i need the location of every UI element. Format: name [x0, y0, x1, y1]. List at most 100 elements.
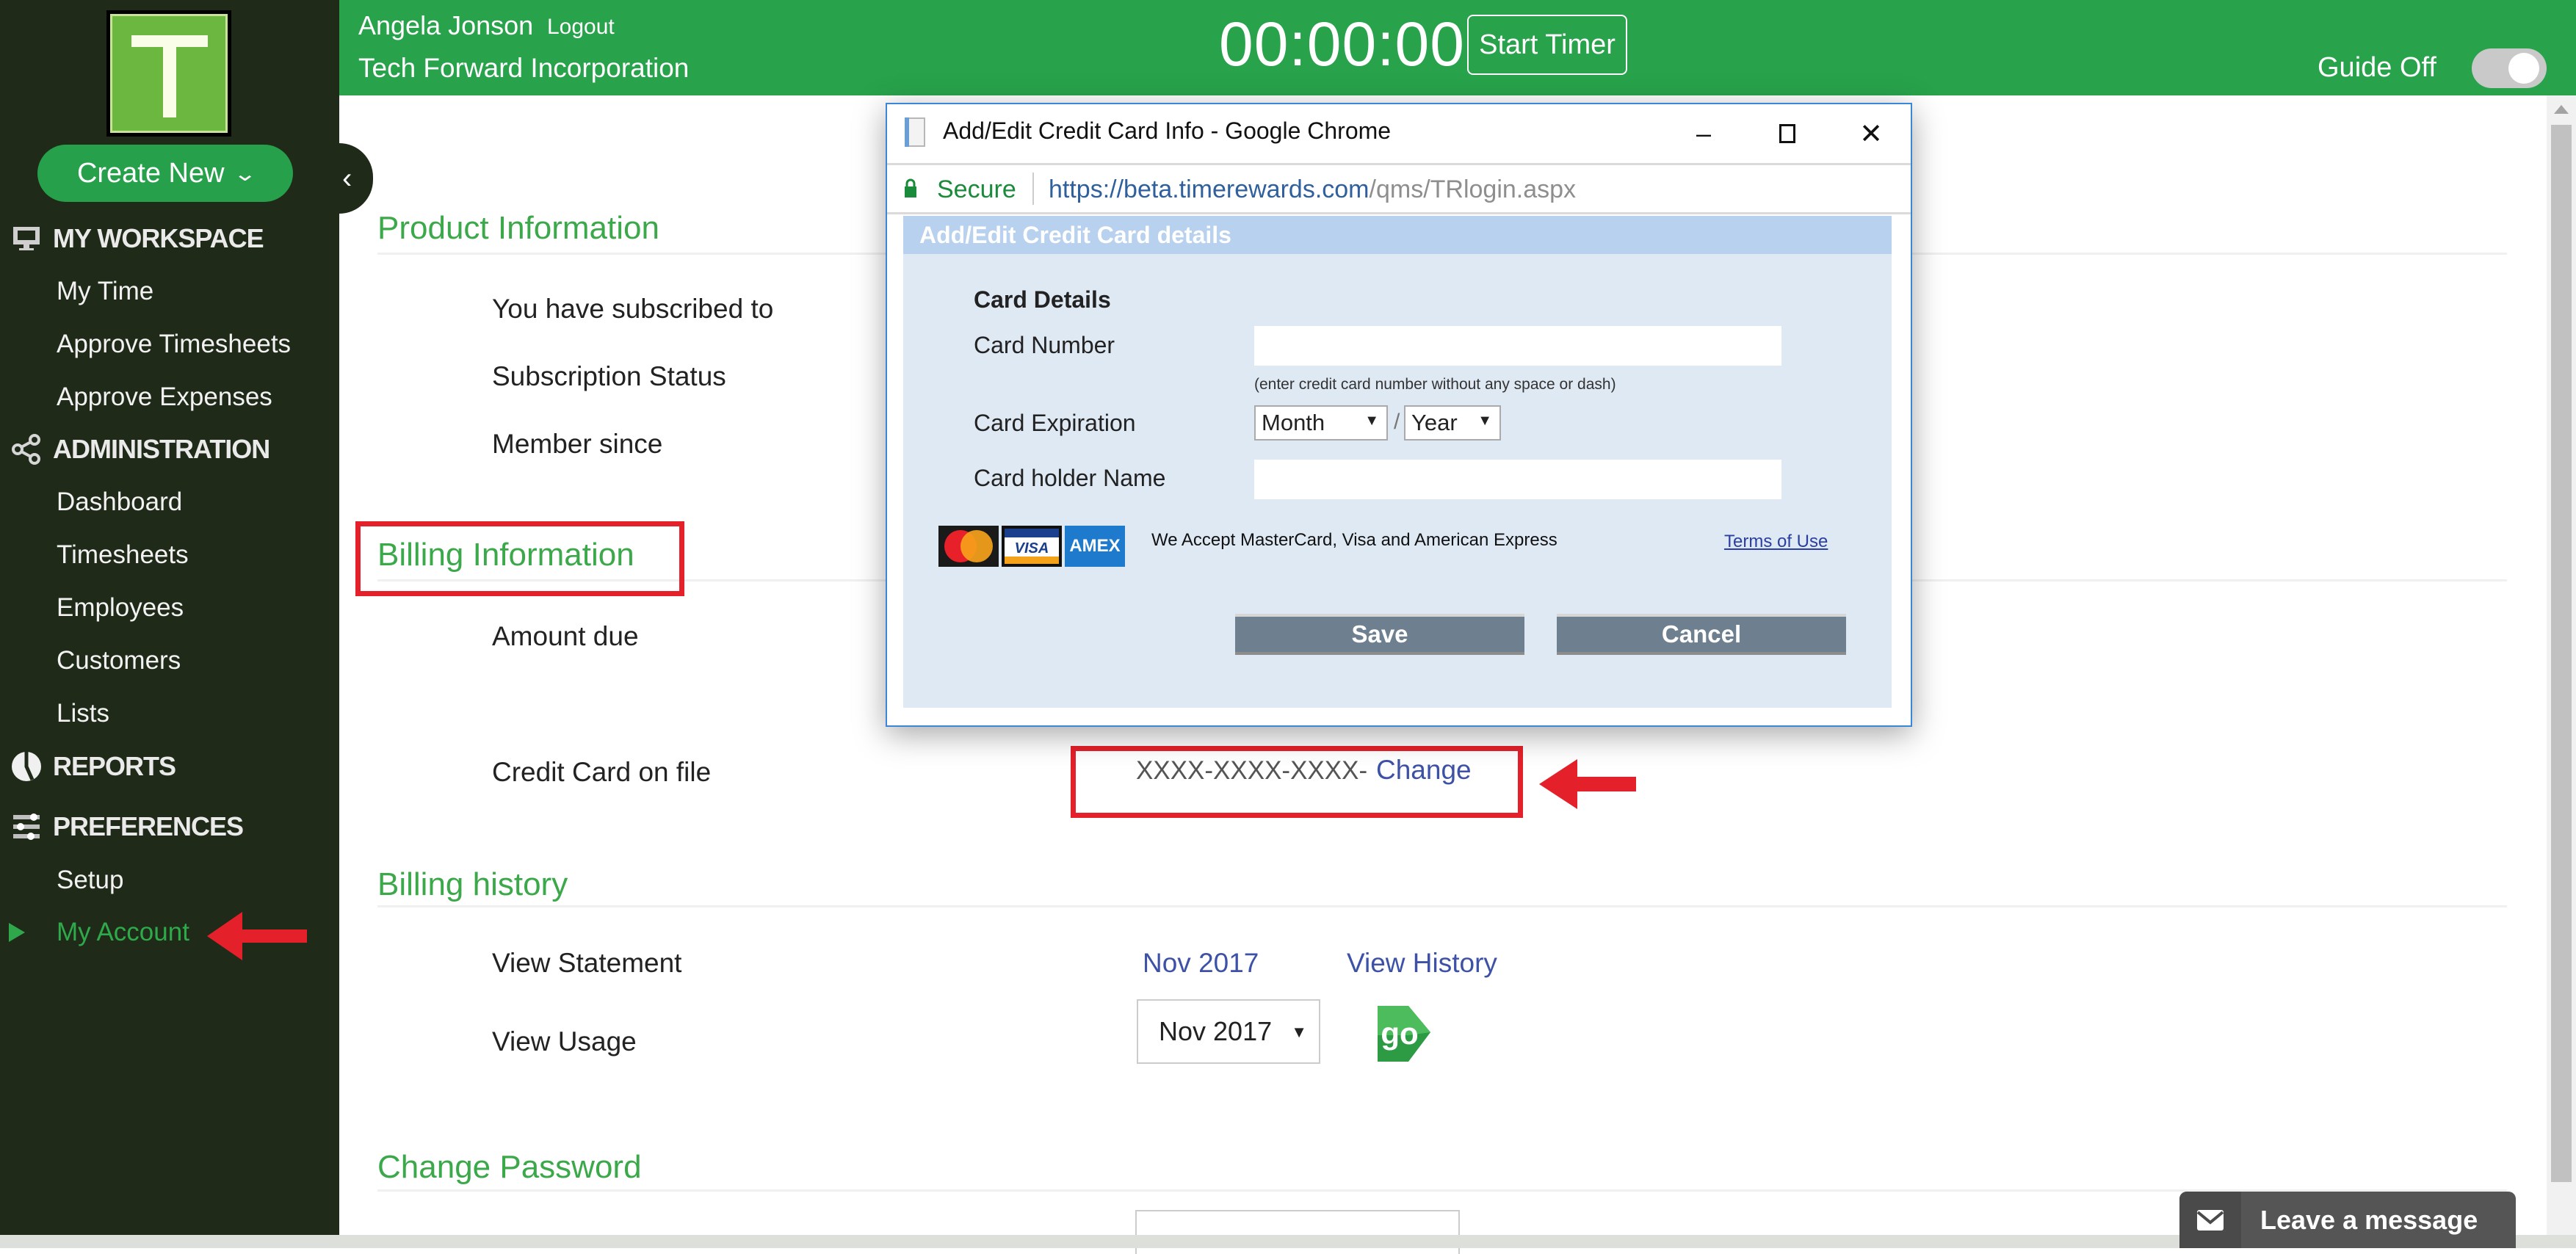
- visa-brand-text: VISA: [1015, 540, 1049, 557]
- year-selected-value: Year: [1411, 410, 1458, 435]
- leave-message-label: Leave a message: [2260, 1204, 2478, 1235]
- dropdown-arrow-icon: ▼: [1364, 413, 1379, 429]
- sidebar-section-label: MY WORKSPACE: [53, 223, 264, 253]
- card-details-title: Card Details: [974, 286, 1111, 313]
- card-expiration-label: Card Expiration: [974, 410, 1136, 436]
- card-number-hint: (enter credit card number without any sp…: [1254, 376, 1616, 393]
- go-button[interactable]: go: [1367, 999, 1435, 1066]
- create-new-button[interactable]: Create New ⌄: [37, 145, 293, 202]
- company-name: Tech Forward Incorporation: [358, 53, 690, 83]
- logo-tile: [110, 14, 228, 133]
- close-button[interactable]: ✕: [1849, 113, 1893, 154]
- maximize-icon: [1779, 124, 1795, 143]
- sidebar-section-reports[interactable]: REPORTS: [0, 744, 176, 789]
- usage-month-select[interactable]: Nov 2017 ▼: [1137, 999, 1320, 1064]
- sidebar-item-dashboard[interactable]: Dashboard: [57, 482, 182, 522]
- annotation-arrow-credit-card: [1539, 759, 1636, 809]
- sidebar-item-my-account[interactable]: My Account: [57, 913, 189, 952]
- popup-window-title: Add/Edit Credit Card Info - Google Chrom…: [943, 117, 1392, 144]
- secure-label: Secure: [937, 175, 1016, 203]
- card-holder-label: Card holder Name: [974, 465, 1166, 491]
- guide-toggle[interactable]: [2472, 48, 2547, 88]
- minimize-icon: –: [1696, 118, 1712, 148]
- top-header: Angela Jonson Logout Tech Forward Incorp…: [339, 0, 2576, 95]
- user-name: Angela Jonson: [358, 10, 534, 40]
- dropdown-arrow-icon: ▼: [1291, 1023, 1307, 1041]
- sidebar-item-employees[interactable]: Employees: [57, 588, 184, 628]
- close-icon: ✕: [1859, 118, 1883, 150]
- mastercard-logo-icon: [938, 526, 999, 567]
- sidebar-item-customers[interactable]: Customers: [57, 641, 181, 681]
- annotation-arrow-my-account: [207, 912, 307, 960]
- sidebar-section-administration[interactable]: ADMINISTRATION: [0, 427, 270, 471]
- expiration-separator: /: [1394, 410, 1400, 434]
- popup-address-bar[interactable]: Secure https://beta.timerewards.com/qms/…: [887, 165, 1911, 214]
- url-path: /qms/TRlogin.aspx: [1369, 175, 1577, 203]
- sidebar-item-timesheets[interactable]: Timesheets: [57, 535, 189, 575]
- field-label-credit-card: Credit Card on file: [492, 757, 712, 787]
- save-button[interactable]: Save: [1235, 614, 1524, 655]
- field-label-subscribed-to: You have subscribed to: [492, 294, 774, 324]
- card-number-input[interactable]: [1254, 326, 1781, 366]
- annotation-box-billing-information: [355, 521, 684, 596]
- pie-chart-icon: [4, 750, 48, 783]
- guide-label: Guide Off: [2318, 52, 2436, 83]
- sidebar-section-preferences[interactable]: PREFERENCES: [0, 805, 244, 849]
- sidebar-item-approve-timesheets[interactable]: Approve Timesheets: [57, 325, 291, 364]
- sidebar-item-my-time[interactable]: My Time: [57, 272, 153, 311]
- popup-form-header: Add/Edit Credit Card details: [903, 216, 1892, 254]
- section-title-change-password: Change Password: [377, 1149, 642, 1185]
- monitor-icon: [4, 225, 48, 252]
- view-history-link[interactable]: View History: [1347, 948, 1497, 979]
- url-host: https://beta.timerewards.com: [1049, 175, 1370, 203]
- field-label-view-usage: View Usage: [492, 1026, 637, 1057]
- leave-message-button[interactable]: Leave a message: [2179, 1192, 2516, 1248]
- section-title-billing-history: Billing history: [377, 866, 568, 902]
- scroll-up-arrow-icon[interactable]: [2554, 105, 2569, 114]
- sidebar-section-label: PREFERENCES: [53, 811, 244, 841]
- share-icon: [4, 434, 48, 465]
- sliders-icon: [4, 812, 48, 841]
- annotation-box-credit-card: [1071, 746, 1523, 818]
- sidebar-item-approve-expenses[interactable]: Approve Expenses: [57, 377, 272, 417]
- logo-letter-t-stem: [163, 35, 176, 117]
- statement-link[interactable]: Nov 2017: [1143, 948, 1259, 979]
- sidebar-section-label: REPORTS: [53, 751, 176, 781]
- visa-logo-icon: VISA: [1002, 526, 1062, 567]
- terms-of-use-link[interactable]: Terms of Use: [1724, 532, 1828, 552]
- logout-link[interactable]: Logout: [547, 15, 615, 40]
- toggle-knob: [2508, 53, 2539, 84]
- sidebar-item-setup[interactable]: Setup: [57, 860, 123, 900]
- month-selected-value: Month: [1262, 410, 1325, 435]
- expiration-year-select[interactable]: Year ▼: [1404, 405, 1501, 441]
- minimize-button[interactable]: –: [1682, 113, 1726, 154]
- sidebar-item-lists[interactable]: Lists: [57, 694, 109, 733]
- app-logo[interactable]: [106, 10, 231, 137]
- active-item-marker-icon: [9, 923, 25, 942]
- card-number-label: Card Number: [974, 332, 1115, 358]
- create-new-label: Create New: [76, 157, 225, 189]
- expiration-month-select[interactable]: Month ▼: [1254, 405, 1388, 441]
- chevron-down-icon: ⌄: [232, 162, 257, 185]
- popup-form: Add/Edit Credit Card details Card Detail…: [903, 216, 1892, 708]
- popup-titlebar[interactable]: Add/Edit Credit Card Info - Google Chrom…: [887, 104, 1911, 165]
- page-icon: [905, 117, 925, 147]
- section-divider: [377, 905, 2507, 907]
- maximize-button[interactable]: [1765, 113, 1809, 154]
- chevron-left-icon: ‹: [342, 162, 352, 195]
- scrollbar-thumb[interactable]: [2551, 125, 2572, 1182]
- start-timer-button[interactable]: Start Timer: [1467, 15, 1627, 75]
- section-title-product-information: Product Information: [377, 210, 659, 246]
- credit-card-popup-window: Add/Edit Credit Card Info - Google Chrom…: [886, 103, 1912, 727]
- sidebar-section-my-workspace[interactable]: MY WORKSPACE: [0, 217, 264, 261]
- amex-logo-icon: AMEX: [1065, 526, 1125, 567]
- sidebar: Create New ⌄ MY WORKSPACE My Time Approv…: [0, 0, 339, 1248]
- card-holder-input[interactable]: [1254, 460, 1781, 499]
- field-label-amount-due: Amount due: [492, 621, 639, 651]
- usage-selected-value: Nov 2017: [1159, 1016, 1273, 1046]
- collapse-sidebar-button[interactable]: ‹: [339, 143, 373, 214]
- popup-url: https://beta.timerewards.com/qms/TRlogin…: [1049, 175, 1576, 204]
- dropdown-arrow-icon: ▼: [1477, 413, 1492, 429]
- lock-icon: [905, 178, 916, 197]
- cancel-button[interactable]: Cancel: [1557, 614, 1846, 655]
